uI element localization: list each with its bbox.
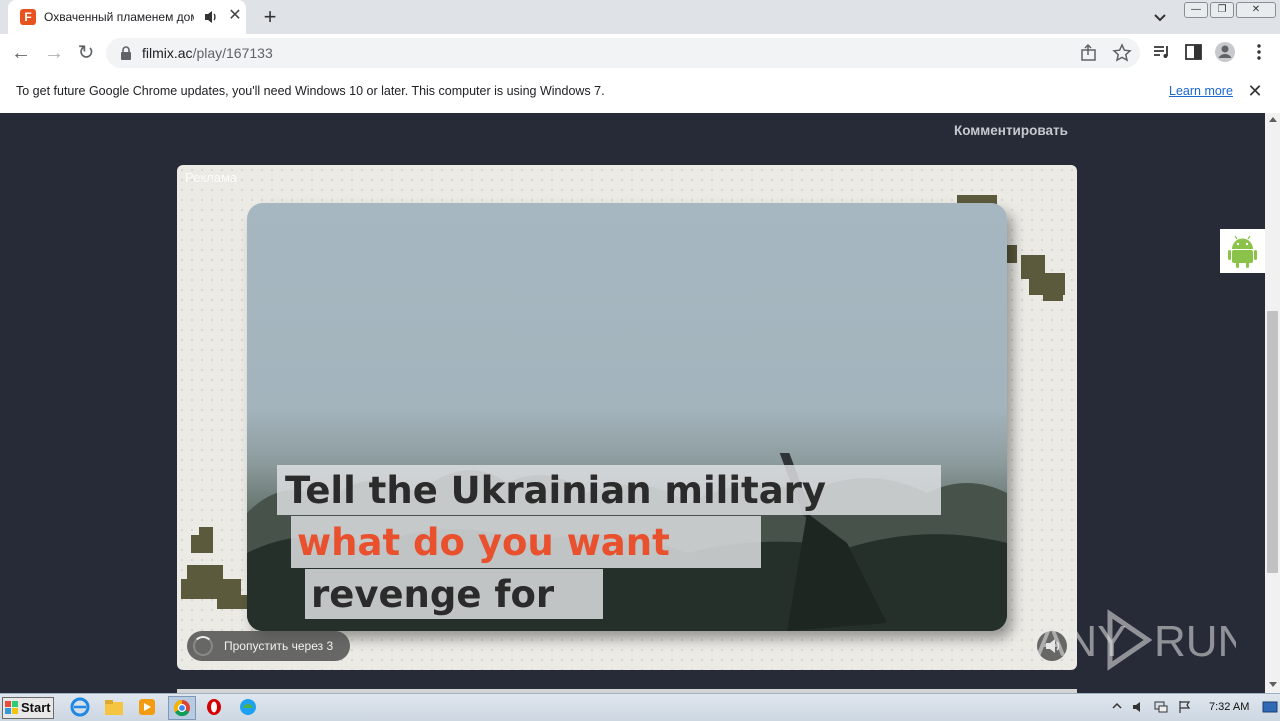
scroll-down-arrow-icon[interactable]	[1269, 682, 1277, 687]
url-text: filmix.ac/play/167133	[142, 45, 273, 61]
skip-countdown-text: Пропустить через 3	[224, 639, 334, 653]
taskbar-clock[interactable]: 7:32 AM	[1209, 701, 1249, 713]
close-window-button[interactable]: ✕	[1236, 2, 1276, 18]
opera-icon[interactable]	[201, 696, 227, 718]
reload-icon[interactable]: ↻	[74, 41, 98, 65]
ad-label: Реклама	[185, 170, 238, 185]
restore-window-button[interactable]: ❐	[1210, 2, 1234, 18]
volume-tray-icon[interactable]	[1132, 700, 1146, 714]
learn-more-link[interactable]: Learn more	[1169, 84, 1233, 98]
page-scrollbar[interactable]	[1265, 113, 1280, 693]
ad-caption-line-3: revenge for	[311, 573, 555, 616]
audio-playing-icon[interactable]	[204, 9, 218, 25]
start-label: Start	[21, 700, 51, 715]
show-desktop-icon[interactable]	[1262, 700, 1278, 714]
countdown-spinner-icon	[193, 636, 213, 656]
lock-icon[interactable]	[120, 46, 132, 60]
start-button[interactable]: Start	[2, 697, 54, 719]
infobar-message: To get future Google Chrome updates, you…	[16, 84, 605, 98]
watermark-text-left: ANY	[1036, 617, 1126, 666]
forward-arrow-icon[interactable]: →	[42, 41, 66, 65]
back-arrow-icon[interactable]: ←	[9, 41, 33, 65]
minimize-window-button[interactable]: —	[1184, 2, 1208, 18]
show-hidden-icons-icon[interactable]	[1110, 700, 1124, 714]
android-app-button[interactable]	[1220, 229, 1265, 273]
bookmark-star-icon[interactable]	[1111, 42, 1133, 64]
anyrun-logo-icon: ANY RUN	[1036, 609, 1249, 671]
update-infobar: To get future Google Chrome updates, you…	[0, 72, 1280, 114]
share-icon[interactable]	[1078, 42, 1100, 64]
ad-caption-line-2: what do you want	[297, 521, 670, 564]
close-infobar-icon[interactable]: ✕	[1246, 82, 1264, 100]
address-bar[interactable]: filmix.ac/play/167133	[106, 38, 1140, 68]
media-controls-icon[interactable]	[1151, 41, 1173, 63]
browser-toolbar: ← → ↻ filmix.ac/play/167133	[0, 34, 1280, 73]
tab-search-chevron-icon[interactable]	[1150, 8, 1170, 26]
ad-caption-line-1: Tell the Ukrainian military	[285, 469, 827, 512]
media-player-icon[interactable]	[134, 696, 160, 718]
tab-title: Охваченный пламенем дом Мэри	[44, 10, 194, 24]
new-tab-button[interactable]: +	[258, 5, 282, 29]
page-content: Комментировать Реклама Tell the Ukrainia…	[0, 113, 1265, 693]
edge-icon[interactable]	[235, 696, 261, 718]
chrome-menu-icon[interactable]	[1248, 41, 1270, 63]
skip-ad-button[interactable]: Пропустить через 3	[187, 631, 350, 661]
ad-video-frame[interactable]: Tell the Ukrainian military what do you …	[247, 203, 1007, 631]
profile-avatar-icon[interactable]	[1214, 41, 1236, 63]
browser-tab[interactable]: F Охваченный пламенем дом Мэри ✕	[8, 0, 246, 34]
android-icon	[1228, 235, 1257, 268]
watermark-text-right: RUN	[1154, 617, 1236, 666]
windows-logo-icon	[5, 701, 18, 714]
network-tray-icon[interactable]	[1154, 700, 1168, 714]
comment-link[interactable]: Комментировать	[954, 123, 1068, 138]
side-panel-icon[interactable]	[1183, 41, 1205, 63]
action-center-flag-icon[interactable]	[1178, 700, 1192, 714]
scrollbar-thumb[interactable]	[1267, 311, 1278, 573]
scroll-up-arrow-icon[interactable]	[1269, 117, 1277, 122]
close-tab-icon[interactable]: ✕	[226, 7, 244, 25]
video-ad-player[interactable]: Реклама Tell the Ukrainian military what…	[177, 165, 1077, 670]
anyrun-watermark: ANY RUN	[1036, 608, 1249, 672]
tab-strip: F Охваченный пламенем дом Мэри ✕ + — ❐ ✕	[0, 0, 1280, 34]
file-explorer-icon[interactable]	[101, 696, 127, 718]
chrome-taskbar-icon[interactable]	[168, 696, 196, 720]
filmix-favicon-icon: F	[20, 9, 36, 25]
windows-taskbar: Start 7:32 AM	[0, 693, 1280, 721]
internet-explorer-icon[interactable]	[67, 696, 93, 718]
